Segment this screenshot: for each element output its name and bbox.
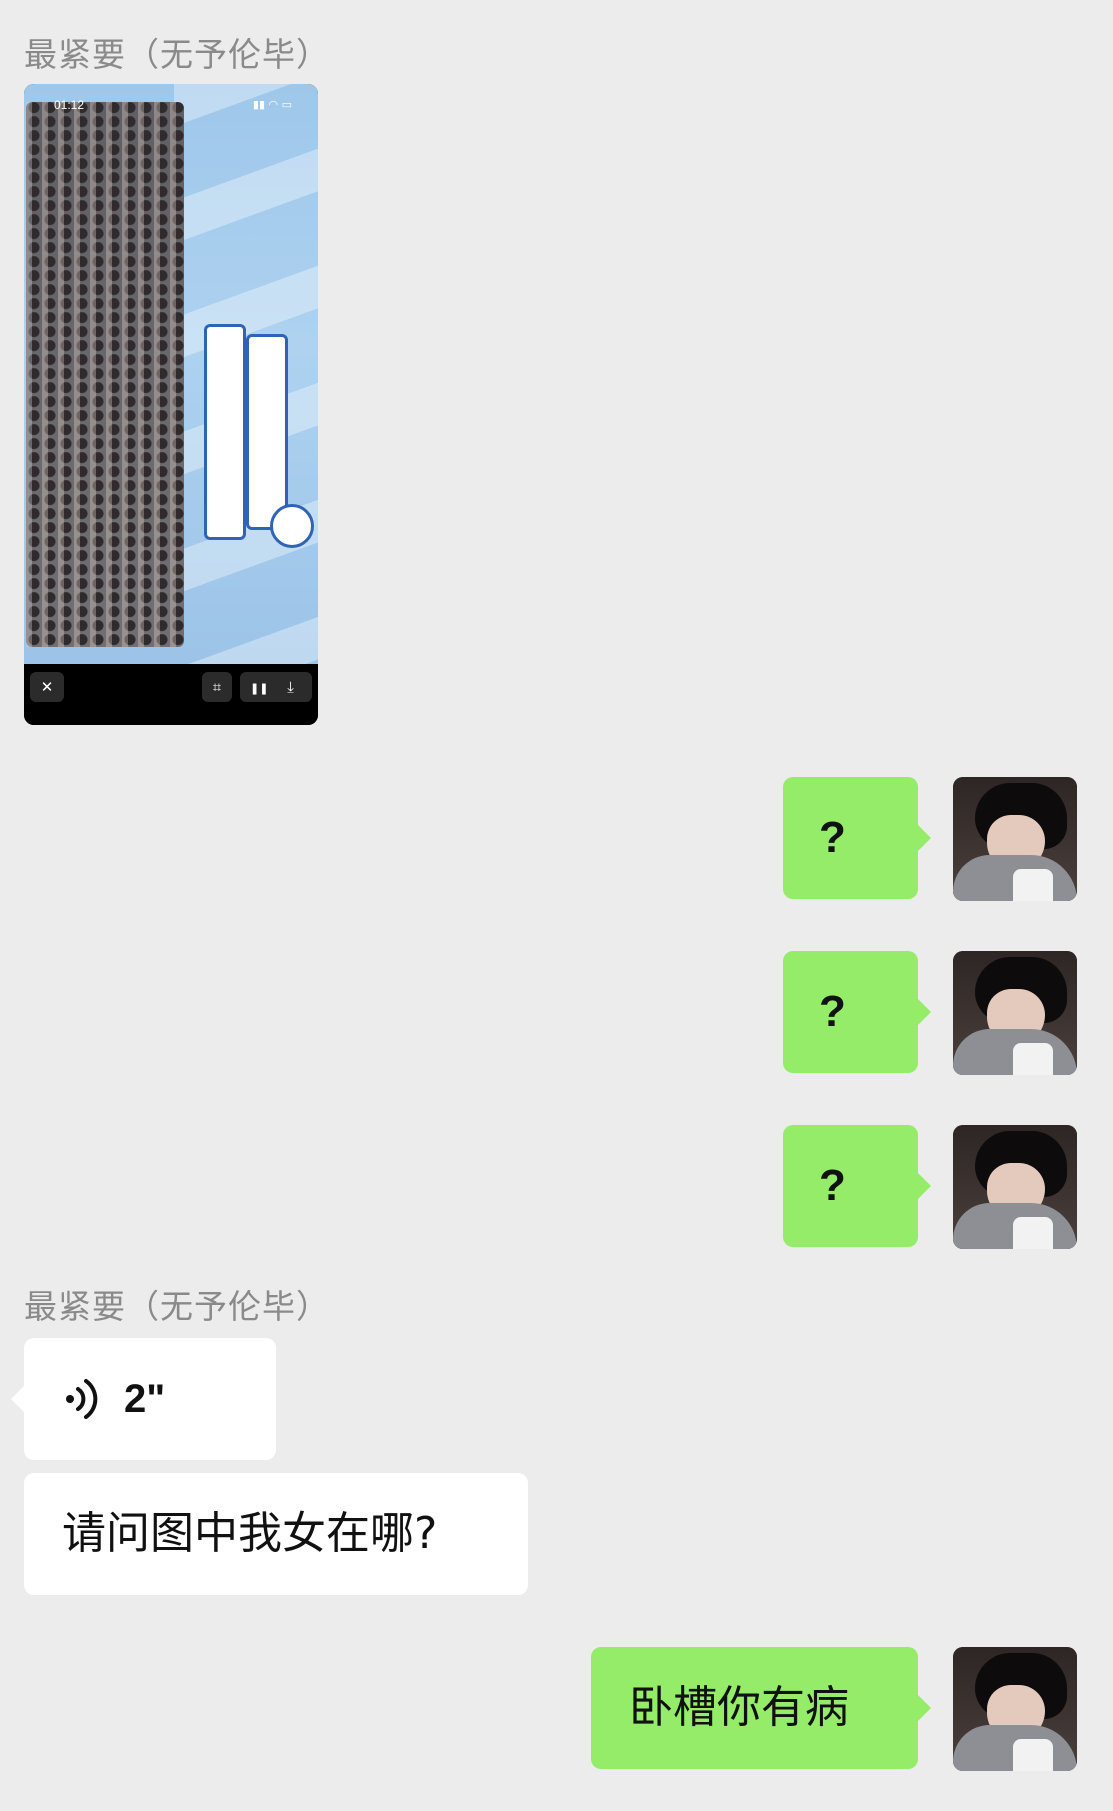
pause-icon[interactable]: ❚❚ [250,682,268,695]
message-text: 卧槽你有病 [629,1682,849,1733]
screenshot-image: 01:12 ▮▮ ◠ ▭ [24,84,318,664]
message-text: 请问图中我女在哪? [62,1508,438,1559]
message-text: ? [819,1161,846,1210]
my-message-bubble[interactable]: ? [783,1125,931,1247]
logo-banner [246,334,288,530]
voice-message-bubble[interactable]: 2" [11,1338,276,1460]
voice-wave-icon [66,1379,98,1419]
my-message-bubble[interactable]: ? [783,951,931,1073]
message-text: ? [819,813,846,862]
image-message[interactable]: 01:12 ▮▮ ◠ ▭ ✕ ⌗ ❚❚ ⤓ [24,84,318,725]
my-message-bubble[interactable]: 卧槽你有病 [591,1647,931,1769]
scan-icon[interactable]: ⌗ [202,672,232,702]
status-icons: ▮▮ ◠ ▭ [252,98,292,111]
my-message-bubble[interactable]: ? [783,777,931,899]
user-avatar[interactable] [953,1647,1077,1771]
download-icon[interactable]: ⤓ [287,678,294,696]
close-icon[interactable]: ✕ [30,672,64,702]
logo-banner [204,324,246,540]
user-avatar[interactable] [953,777,1077,901]
sender-name: 最紧要（无予伦毕） [24,1287,330,1326]
status-time: 01:12 [54,98,85,112]
user-avatar[interactable] [953,951,1077,1075]
playback-controls[interactable]: ❚❚ ⤓ [240,672,312,702]
sender-name: 最紧要（无予伦毕） [24,35,330,74]
message-text: ? [819,987,846,1036]
user-avatar[interactable] [953,1125,1077,1249]
group-photo [26,102,184,647]
voice-duration: 2" [124,1377,166,1421]
their-message-bubble[interactable]: 请问图中我女在哪? [24,1473,528,1595]
flower-icon [270,504,314,548]
